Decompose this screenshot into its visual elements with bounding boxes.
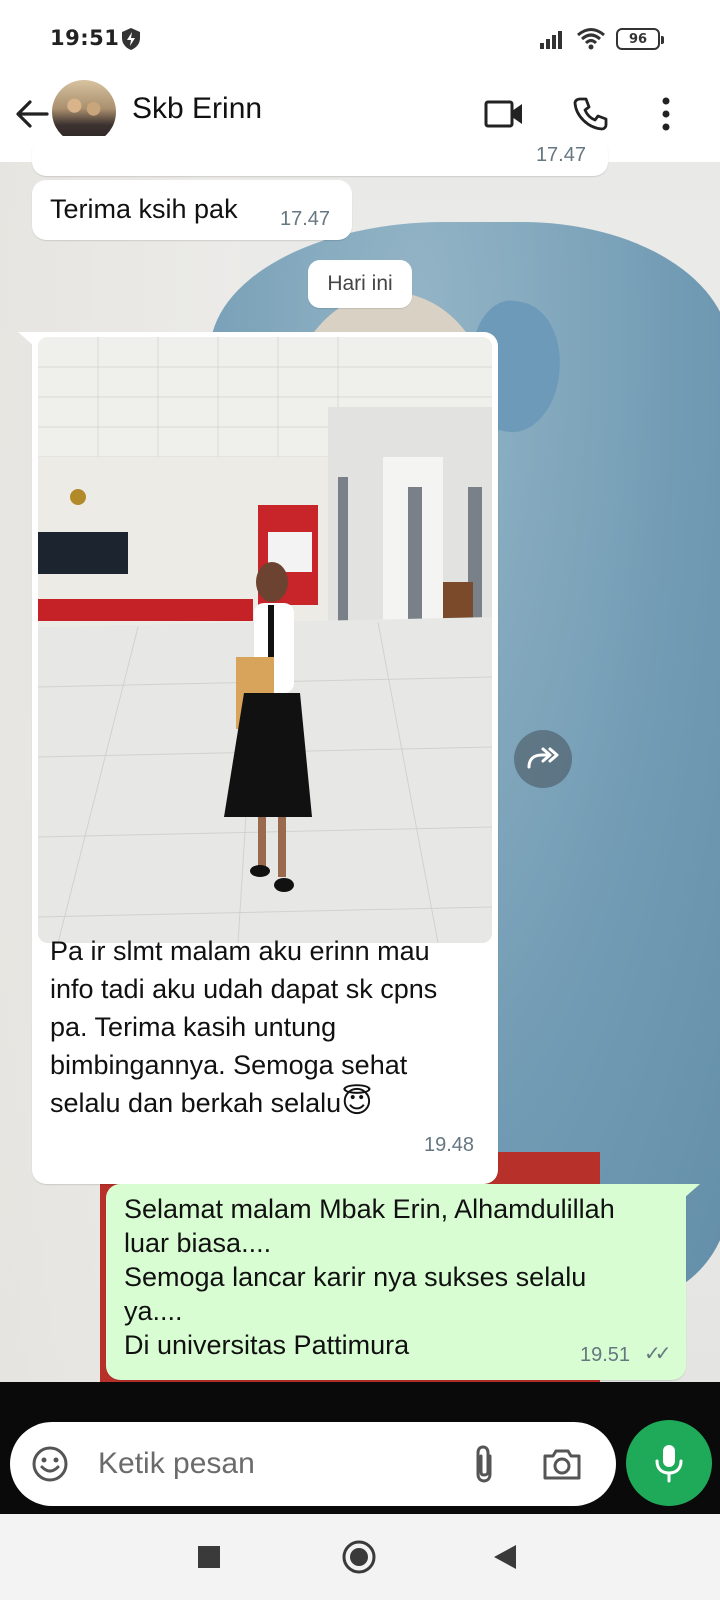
message-bubble-partial[interactable]: 17.47 [32, 136, 608, 176]
caption-text: Pa ir slmt malam aku erinn mau info tadi… [50, 936, 438, 1118]
home-button[interactable] [336, 1534, 382, 1580]
message-time: 17.47 [280, 208, 331, 230]
voice-record-button[interactable] [626, 1420, 712, 1506]
square-icon [198, 1546, 220, 1568]
mic-icon [655, 1445, 683, 1483]
message-input[interactable] [98, 1444, 458, 1484]
voice-call-button[interactable] [566, 90, 614, 138]
status-time: 19:51 [50, 26, 120, 50]
camera-button[interactable] [538, 1440, 586, 1488]
read-receipt-icon: ✓✓ [644, 1343, 671, 1365]
message-line: Selamat malam Mbak Erin, Alhamdulillah [124, 1194, 615, 1224]
back-button[interactable] [12, 94, 52, 134]
signal-icon [540, 31, 562, 49]
message-input-bar [10, 1422, 616, 1506]
message-bubble-outgoing[interactable]: Selamat malam Mbak Erin, Alhamdulillah l… [106, 1184, 700, 1380]
paperclip-icon [476, 1445, 492, 1483]
more-options-button[interactable] [642, 90, 690, 138]
status-bar: 19:51 96 [0, 0, 720, 76]
message-time: 19.51 [580, 1344, 631, 1366]
message-bubble-incoming[interactable]: Terima ksih pak 17.47 [32, 180, 352, 240]
battery-indicator: 96 [616, 28, 664, 50]
triangle-back-icon [494, 1545, 516, 1569]
forward-button[interactable] [514, 730, 572, 788]
contact-name[interactable]: Skb Erinn [132, 92, 262, 126]
date-chip-label: Hari ini [327, 272, 393, 295]
message-time: 17.47 [535, 144, 586, 166]
arrow-left-icon [16, 100, 49, 128]
emoji-button[interactable] [26, 1440, 74, 1488]
bubble-tail [684, 1184, 700, 1198]
outgoing-message-text: Selamat malam Mbak Erin, Alhamdulillah l… [124, 1192, 672, 1362]
status-indicators: 96 [540, 26, 664, 52]
battery-level: 96 [628, 31, 648, 47]
circle-icon [342, 1540, 376, 1574]
system-nav-bar [0, 1514, 720, 1600]
attach-button[interactable] [460, 1440, 508, 1488]
wifi-icon [577, 28, 605, 50]
more-vert-icon [662, 97, 670, 131]
camera-icon [543, 1449, 581, 1480]
message-line: luar biasa.... [124, 1228, 272, 1258]
message-time: 19.48 [424, 1134, 475, 1156]
message-line: ya.... [124, 1296, 183, 1326]
message-photo[interactable] [38, 337, 492, 943]
video-camera-icon [484, 100, 522, 128]
recent-apps-button[interactable] [186, 1534, 232, 1580]
back-nav-button[interactable] [482, 1534, 528, 1580]
emoji-icon [32, 1446, 68, 1482]
date-chip: Hari ini [308, 260, 412, 308]
video-call-button[interactable] [480, 90, 528, 138]
message-line: Semoga lancar karir nya sukses selalu [124, 1262, 587, 1292]
shield-bolt-icon [122, 28, 140, 50]
photo-image [38, 337, 492, 943]
smiling-angel-emoji: 😇 [341, 1086, 373, 1119]
message-text: Terima ksih pak [50, 194, 238, 224]
bubble-tail [18, 332, 34, 346]
message-caption: Pa ir slmt malam aku erinn mau info tadi… [50, 932, 480, 1122]
contact-avatar[interactable] [52, 80, 116, 144]
phone-icon [573, 97, 608, 131]
forward-icon [527, 747, 559, 769]
